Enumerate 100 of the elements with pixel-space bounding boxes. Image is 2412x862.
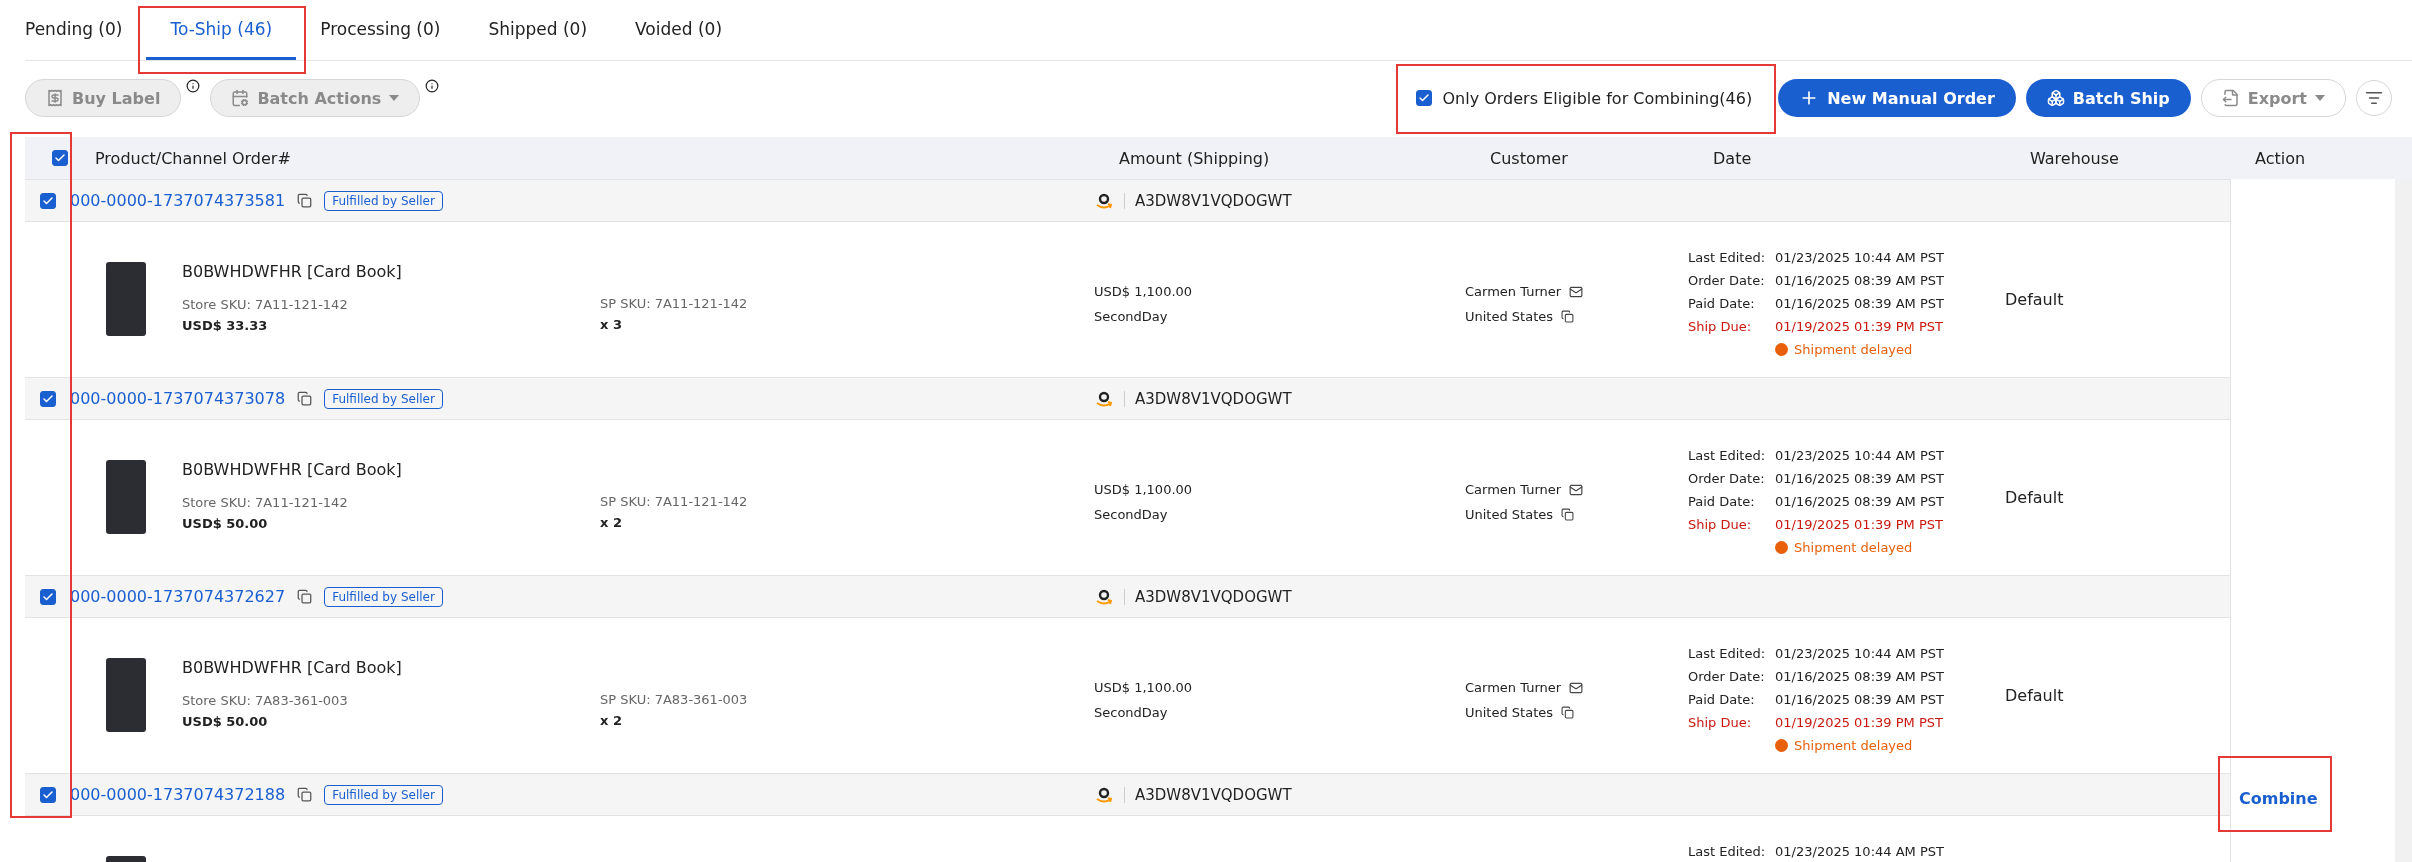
- date-label: Order Date:: [1688, 669, 1766, 684]
- unit-price: USD$ 50.00: [182, 714, 269, 729]
- check-icon: [41, 194, 54, 207]
- copy-icon[interactable]: [1561, 508, 1575, 521]
- product-title: B0BWHDWFHR [Card Book]: [182, 460, 402, 479]
- sp-sku: SP SKU: 7A83-361-003: [600, 692, 749, 707]
- store-id: A3DW8V1VQDOGWT: [1135, 389, 1292, 408]
- column-header: Product/Channel Order#: [95, 148, 292, 168]
- sp-sku: SP SKU: 7A11-121-142: [600, 296, 749, 311]
- shipping-method: SecondDay: [1094, 507, 1169, 522]
- column-header: Warehouse: [2030, 148, 2120, 168]
- fulfillment-tag: Fulfilled by Seller: [324, 784, 443, 805]
- order-amount: USD$ 1,100.00: [1094, 482, 1194, 497]
- status-tab[interactable]: Processing (0): [296, 0, 465, 60]
- order-amount: USD$ 1,100.00: [1094, 284, 1194, 299]
- store-sku: Store SKU: 7A11-121-142: [182, 495, 349, 510]
- order-number-link[interactable]: 000-0000-1737074372627: [70, 587, 286, 606]
- product-title: B0BWHDWFHR [Card Book]: [182, 262, 402, 281]
- shipment-alert-text: Shipment delayed: [1794, 540, 1913, 555]
- quantity: x 2: [600, 713, 623, 728]
- date-label: Last Edited:: [1688, 646, 1766, 661]
- date-label: Last Edited:: [1688, 448, 1766, 463]
- order-number-link[interactable]: 000-0000-1737074373581: [70, 191, 286, 210]
- checkbox[interactable]: [39, 786, 56, 803]
- check-icon: [41, 590, 54, 603]
- batch-ship-button[interactable]: Batch Ship: [2025, 79, 2191, 117]
- fulfillment-tag: Fulfilled by Seller: [324, 586, 443, 607]
- sort-button[interactable]: [2356, 80, 2392, 116]
- date-value: 01/16/2025 08:39 AM PST: [1775, 471, 1944, 486]
- sort-icon: [2365, 89, 2383, 107]
- order-amount: USD$ 1,100.00: [1094, 680, 1194, 695]
- date-value: 01/23/2025 10:44 AM PST: [1775, 448, 1944, 463]
- customer-country: United States: [1465, 507, 1554, 522]
- copy-icon[interactable]: [1561, 706, 1575, 719]
- store-id: A3DW8V1VQDOGWT: [1135, 587, 1292, 606]
- checkbox[interactable]: [39, 192, 56, 209]
- customer-name: Carmen Turner: [1465, 680, 1562, 695]
- shipping-method: SecondDay: [1094, 705, 1169, 720]
- date-label: Ship Due:: [1688, 517, 1753, 532]
- store-sku: Store SKU: 7A11-121-142: [182, 297, 349, 312]
- date-value: 01/16/2025 08:39 AM PST: [1775, 692, 1944, 707]
- checkbox[interactable]: [52, 150, 68, 166]
- status-tab[interactable]: Shipped (0): [464, 0, 612, 60]
- copy-icon[interactable]: [297, 391, 313, 406]
- order-number-link[interactable]: 000-0000-1737074373078: [70, 389, 286, 408]
- copy-icon[interactable]: [297, 787, 313, 802]
- store-sku: Store SKU: 7A83-361-003: [182, 693, 349, 708]
- date-label: Last Edited:: [1688, 844, 1766, 859]
- date-value: 01/23/2025 10:44 AM PST: [1775, 250, 1944, 265]
- info-icon[interactable]: [425, 79, 440, 93]
- calendar-gear-icon: [231, 89, 250, 107]
- column-header: Action: [2255, 148, 2307, 168]
- alert-icon: [1775, 343, 1789, 356]
- sp-sku: SP SKU: 7A11-121-142: [600, 494, 749, 509]
- date-label: Paid Date:: [1688, 296, 1756, 311]
- shipment-alert-text: Shipment delayed: [1794, 342, 1913, 357]
- date-label: Order Date:: [1688, 471, 1766, 486]
- checkbox[interactable]: [1416, 90, 1433, 106]
- info-icon[interactable]: [186, 79, 201, 93]
- alert-icon: [1775, 541, 1789, 554]
- caret-icon: [389, 95, 400, 101]
- date-label: Ship Due:: [1688, 319, 1753, 334]
- column-header: Date: [1713, 148, 1753, 168]
- date-value: 01/19/2025 01:39 PM PST: [1775, 517, 1944, 532]
- customer-country: United States: [1465, 309, 1554, 324]
- quantity: x 2: [600, 515, 623, 530]
- checkbox[interactable]: [39, 588, 56, 605]
- caret-icon: [2315, 95, 2325, 101]
- mail-icon[interactable]: [1569, 482, 1584, 497]
- copy-icon[interactable]: [297, 589, 313, 604]
- mail-icon[interactable]: [1569, 680, 1584, 695]
- checkbox[interactable]: [39, 390, 56, 407]
- combine-link[interactable]: Combine: [2231, 789, 2318, 808]
- date-value: 01/23/2025 10:44 AM PST: [1775, 646, 1944, 661]
- unit-price: USD$ 33.33: [182, 318, 269, 333]
- file-export-icon: [2221, 89, 2240, 107]
- column-header: Amount (Shipping): [1119, 148, 1271, 168]
- mail-icon[interactable]: [1569, 284, 1584, 299]
- store-id: A3DW8V1VQDOGWT: [1135, 785, 1292, 804]
- check-icon: [1418, 92, 1431, 104]
- status-tab[interactable]: Voided (0): [611, 0, 747, 60]
- copy-icon[interactable]: [297, 193, 313, 208]
- date-value: 01/19/2025 01:39 PM PST: [1775, 715, 1944, 730]
- status-tab[interactable]: Pending (0): [25, 0, 147, 60]
- warehouse-name: Default: [2005, 290, 2064, 309]
- customer-name: Carmen Turner: [1465, 284, 1562, 299]
- date-label: Ship Due:: [1688, 715, 1753, 730]
- shipping-method: SecondDay: [1094, 309, 1169, 324]
- date-value: 01/16/2025 08:39 AM PST: [1775, 494, 1944, 509]
- order-number-link[interactable]: 000-0000-1737074372188: [70, 785, 286, 804]
- copy-icon[interactable]: [1561, 310, 1575, 323]
- date-value: 01/16/2025 08:39 AM PST: [1775, 273, 1944, 288]
- boxes-icon: [2046, 89, 2065, 107]
- shipment-alert-text: Shipment delayed: [1794, 738, 1913, 753]
- status-tab[interactable]: To-Ship (46): [146, 0, 297, 60]
- date-value: 01/16/2025 08:39 AM PST: [1775, 669, 1944, 684]
- new-manual-order-button[interactable]: New Manual Order: [1778, 79, 2016, 117]
- warehouse-name: Default: [2005, 686, 2064, 705]
- column-header: Customer: [1490, 148, 1569, 168]
- check-icon: [41, 788, 54, 801]
